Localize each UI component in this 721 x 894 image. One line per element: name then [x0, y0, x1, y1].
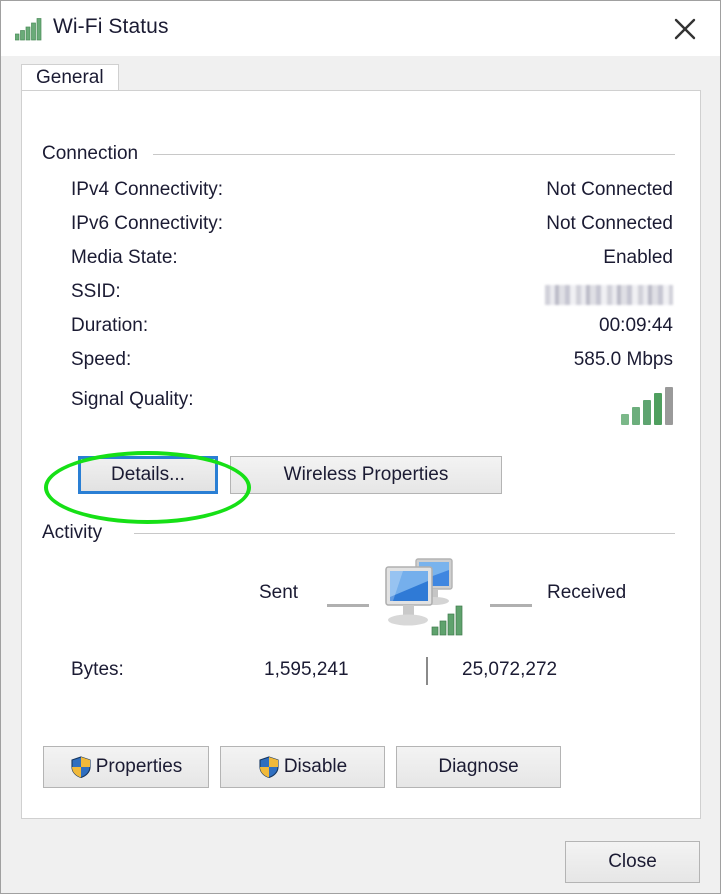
received-label: Received [547, 582, 627, 603]
ipv4-connectivity-value: Not Connected [546, 179, 673, 200]
close-icon[interactable] [658, 1, 712, 56]
ipv4-connectivity-label: IPv4 Connectivity: [71, 179, 224, 200]
activity-group-label: Activity [42, 522, 113, 544]
connection-group-divider [153, 154, 675, 155]
wifi-signal-icon [14, 17, 45, 41]
signal-quality-label: Signal Quality: [71, 389, 194, 410]
window-title: Wi-Fi Status [53, 15, 169, 38]
wireless-properties-button[interactable]: Wireless Properties [230, 456, 502, 494]
uac-shield-icon [70, 756, 92, 779]
close-button[interactable]: Close [565, 841, 700, 883]
tab-strip: General [1, 56, 720, 91]
disable-button-label: Disable [283, 756, 348, 777]
bytes-label: Bytes: [71, 659, 124, 680]
disable-button[interactable]: Disable [220, 746, 385, 788]
two-computers-icon [375, 553, 471, 639]
media-state-label: Media State: [71, 247, 178, 268]
sent-dash-divider [327, 604, 369, 607]
activity-group-divider [134, 533, 675, 534]
speed-value: 585.0 Mbps [573, 349, 673, 370]
uac-shield-icon [258, 756, 280, 779]
bytes-received-value: 25,072,272 [462, 659, 558, 680]
ssid-value-redacted [545, 285, 673, 305]
general-tab-page: Connection IPv4 Connectivity: Not Connec… [21, 90, 701, 819]
sent-label: Sent [259, 582, 299, 603]
diagnose-button[interactable]: Diagnose [396, 746, 561, 788]
received-dash-divider [490, 604, 532, 607]
connection-group-label: Connection [42, 143, 149, 165]
duration-value: 00:09:44 [599, 315, 673, 336]
duration-label: Duration: [71, 315, 149, 336]
ipv6-connectivity-label: IPv6 Connectivity: [71, 213, 224, 234]
tab-general-label: General [36, 67, 104, 88]
properties-button[interactable]: Properties [43, 746, 209, 788]
wireless-properties-button-label: Wireless Properties [283, 464, 449, 485]
title-bar: Wi-Fi Status [1, 1, 720, 56]
signal-quality-bars-icon [621, 387, 673, 425]
diagnose-button-label: Diagnose [438, 756, 519, 777]
details-button[interactable]: Details... [78, 456, 218, 494]
ssid-label: SSID: [71, 281, 121, 302]
bytes-separator [426, 657, 428, 685]
ipv6-connectivity-value: Not Connected [546, 213, 673, 234]
properties-button-label: Properties [95, 756, 183, 777]
details-button-label: Details... [111, 464, 185, 485]
wifi-status-dialog: Wi-Fi Status General Connection IPv4 Con… [0, 0, 721, 894]
close-button-label: Close [608, 851, 657, 872]
tab-general[interactable]: General [21, 64, 119, 91]
bytes-sent-value: 1,595,241 [264, 659, 349, 680]
speed-label: Speed: [71, 349, 132, 370]
media-state-value: Enabled [603, 247, 673, 268]
